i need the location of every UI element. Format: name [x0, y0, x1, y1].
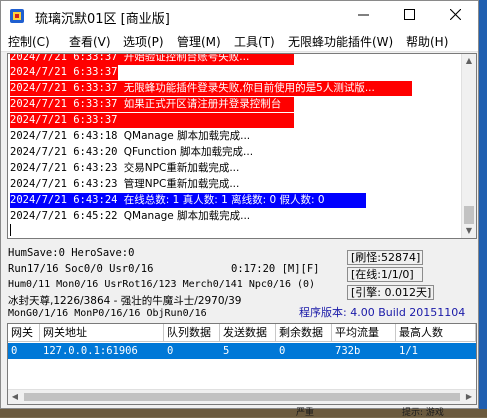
column-header-queue[interactable]: 队列数据: [164, 324, 220, 342]
app-icon: [10, 9, 24, 23]
menu-options[interactable]: 选项(P): [123, 33, 164, 50]
column-header-sent[interactable]: 发送数据: [220, 324, 276, 342]
desktop-background-right: [479, 0, 487, 417]
scroll-down-icon[interactable]: ▼: [462, 224, 476, 238]
column-header-address[interactable]: 网关地址: [40, 324, 164, 342]
log-line: 2024/7/21 6:43:23 管理NPC重新加载完成...: [10, 178, 240, 190]
hum-status: Hum0/11 Mon0/16 UsrRot16/123 Merch0/141 …: [8, 279, 316, 290]
desktop-text: 严重: [296, 408, 315, 418]
desktop-text: 提示: 游戏: [402, 408, 444, 418]
table-cell: 1/1: [399, 345, 418, 357]
menu-manage[interactable]: 管理(M): [177, 33, 221, 50]
log-line: 2024/7/21 6:43:18 QManage 脚本加载完成...: [10, 130, 251, 142]
table-cell: 5: [223, 345, 230, 357]
mon-status: MonG0/1/16 MonP0/16/16 ObjRun0/16: [8, 308, 207, 319]
refresh-monster-count: [刷怪:52874]: [347, 250, 423, 265]
column-header-gateway[interactable]: 网关: [8, 324, 40, 342]
menu-control[interactable]: 控制(C): [8, 33, 50, 50]
scroll-left-icon[interactable]: ◀: [8, 390, 22, 404]
close-icon: [449, 8, 461, 21]
gateway-table[interactable]: 网关 网关地址 队列数据 发送数据 剩余数据 平均流量 最高人数 0 127.0…: [7, 323, 477, 405]
log-line: 2024/7/21 6:33:37 开始验证控制台账号失败...: [10, 54, 294, 65]
run-status: Run17/16 Soc0/0 Usr0/16: [8, 263, 154, 275]
log-line: 2024/7/21 6:33:37 无限蜂功能插件登录失败,你目前使用的是5人测…: [10, 81, 412, 96]
log-panel[interactable]: 2024/7/21 6:33:37 开始验证控制台账号失败... 2024/7/…: [7, 53, 477, 239]
table-cell: 0: [279, 345, 286, 357]
menu-tools[interactable]: 工具(T): [234, 33, 275, 50]
hscroll-thumb[interactable]: [24, 393, 460, 401]
online-count: [在线:1/1/0]: [347, 267, 423, 282]
log-scrollbar[interactable]: ▲ ▼: [461, 54, 476, 238]
table-cell: 0: [167, 345, 174, 357]
maximize-icon: [403, 9, 415, 20]
scroll-thumb[interactable]: [464, 206, 474, 224]
player-status: 冰封天尊,1226/3864 - 强壮的牛魔斗士/2970/39: [8, 295, 242, 307]
window-title: 琉璃沉默01区 [商业版]: [35, 12, 170, 27]
column-header-avg-traffic[interactable]: 平均流量: [332, 324, 396, 342]
column-header-max-users[interactable]: 最高人数: [396, 324, 476, 342]
column-header-remaining[interactable]: 剩余数据: [276, 324, 332, 342]
log-line: 2024/7/21 6:33:37: [10, 65, 118, 80]
scroll-right-icon[interactable]: ▶: [462, 390, 476, 404]
log-line: 2024/7/21 6:45:22 QManage 脚本加载完成...: [10, 210, 251, 222]
log-line: 2024/7/21 6:43:20 QFunction 脚本加载完成...: [10, 146, 254, 158]
menu-view[interactable]: 查看(V): [69, 33, 111, 50]
save-status: HumSave:0 HeroSave:0: [8, 247, 135, 259]
log-line: 2024/7/21 6:43:23 交易NPC重新加载完成...: [10, 162, 240, 174]
server-clock: 0:17:20 [M][F]: [231, 263, 320, 275]
table-cell: 127.0.0.1:61906: [43, 345, 138, 357]
log-line-selected: 2024/7/21 6:43:24 在线总数: 1 真人数: 1 离线数: 0 …: [10, 193, 366, 208]
menu-help[interactable]: 帮助(H): [406, 33, 448, 50]
minimize-button[interactable]: [340, 1, 386, 31]
minimize-icon: [357, 14, 369, 16]
engine-uptime: [引擎: 0.012天]: [347, 285, 434, 300]
close-button[interactable]: [432, 1, 478, 31]
table-hscrollbar[interactable]: ◀ ▶: [8, 389, 476, 404]
text-cursor: [10, 224, 11, 236]
maximize-button[interactable]: [386, 1, 432, 31]
log-line: 2024/7/21 6:33:37 如果正式开区请注册并登录控制台: [10, 97, 294, 112]
server-console-window: 琉璃沉默01区 [商业版] 控制(C) 查看(V) 选项(P) 管理(M) 工具…: [0, 0, 479, 409]
table-cell: 732b: [335, 345, 361, 357]
menu-bar: 控制(C) 查看(V) 选项(P) 管理(M) 工具(T) 无限蜂功能插件(W)…: [1, 31, 478, 52]
program-version: 程序版本: 4.00 Build 20151104: [299, 306, 466, 319]
table-cell: 0: [11, 345, 18, 357]
title-bar[interactable]: 琉璃沉默01区 [商业版]: [1, 1, 478, 31]
menu-plugin[interactable]: 无限蜂功能插件(W): [288, 33, 393, 50]
scroll-up-icon[interactable]: ▲: [462, 54, 476, 68]
log-line: 2024/7/21 6:33:37: [10, 113, 294, 128]
